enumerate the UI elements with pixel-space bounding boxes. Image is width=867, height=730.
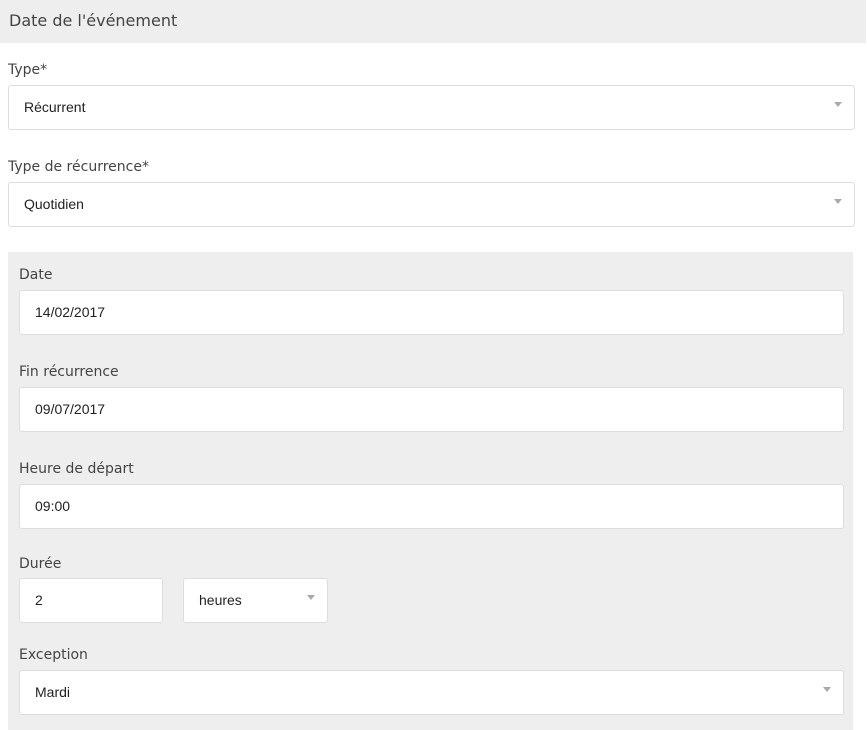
duration-unit-select-value: heures: [199, 592, 242, 608]
type-label: Type*: [8, 62, 48, 78]
chevron-down-icon: [834, 102, 842, 107]
chevron-down-icon: [834, 199, 842, 204]
recurrence-end-label: Fin récurrence: [19, 364, 119, 380]
section-header: Date de l'événement: [0, 0, 866, 43]
chevron-down-icon: [823, 687, 831, 692]
exception-select-value: Mardi: [35, 684, 71, 700]
section-title: Date de l'événement: [9, 11, 178, 30]
exception-label: Exception: [19, 647, 88, 663]
start-time-input-value: 09:00: [35, 498, 71, 514]
recurrence-end-input[interactable]: 09/07/2017: [19, 387, 844, 432]
type-select[interactable]: Récurrent: [8, 85, 855, 130]
exception-select[interactable]: Mardi: [19, 670, 844, 715]
duration-input[interactable]: 2: [19, 578, 163, 623]
duration-input-value: 2: [35, 592, 43, 608]
duration-unit-select[interactable]: heures: [183, 578, 328, 623]
recurrence-type-label: Type de récurrence*: [8, 159, 149, 175]
date-input[interactable]: 14/02/2017: [19, 290, 844, 335]
recurrence-type-select-value: Quotidien: [24, 196, 84, 212]
date-input-value: 14/02/2017: [35, 304, 106, 320]
start-time-input[interactable]: 09:00: [19, 484, 844, 529]
chevron-down-icon: [307, 595, 315, 600]
type-select-value: Récurrent: [24, 99, 86, 115]
recurrence-end-input-value: 09/07/2017: [35, 401, 106, 417]
duration-label: Durée: [19, 556, 62, 572]
start-time-label: Heure de départ: [19, 461, 134, 477]
recurrence-type-select[interactable]: Quotidien: [8, 182, 855, 227]
date-label: Date: [19, 267, 53, 283]
